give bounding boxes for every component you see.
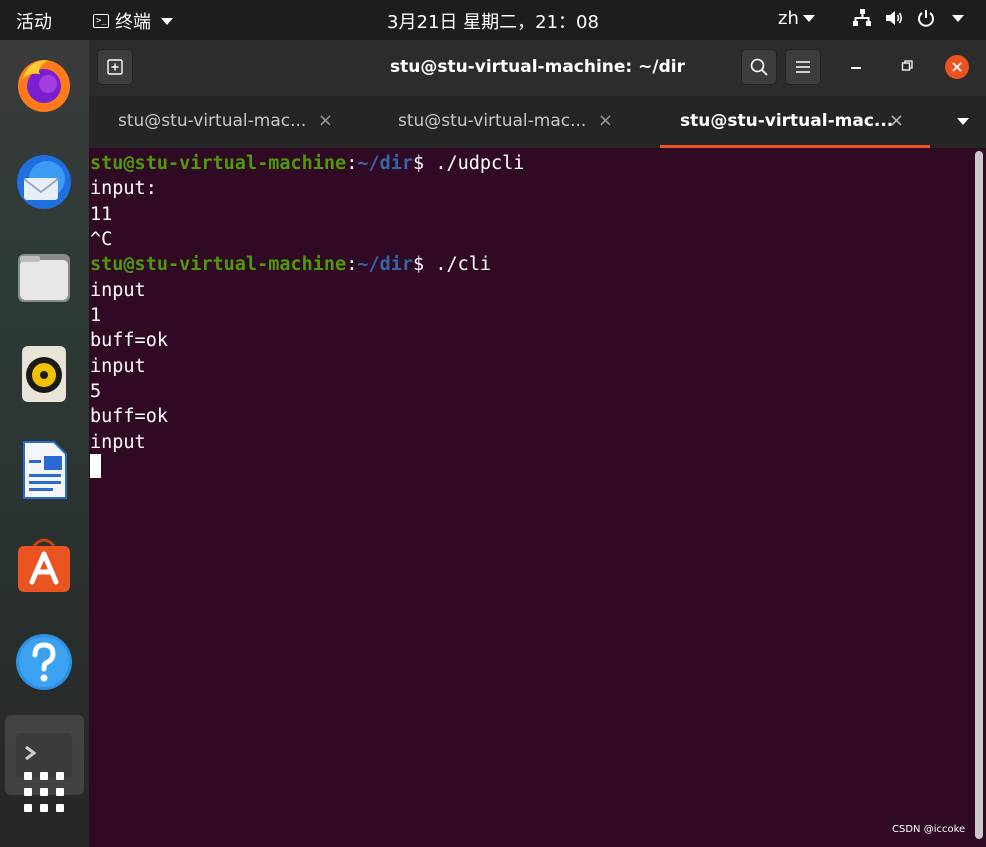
output-line: 5 — [90, 381, 102, 402]
clock[interactable]: 3月21日 星期二，21：08 — [387, 12, 599, 33]
app-menu-label: 终端 — [115, 12, 151, 33]
prompt-line: stu@stu-virtual-machine:~/dir$ ./cli — [90, 252, 491, 277]
terminal-output[interactable]: stu@stu-virtual-machine:~/dir$ ./udpcli … — [89, 148, 986, 847]
activities-button[interactable]: 活动 — [16, 8, 52, 34]
power-icon — [918, 10, 934, 27]
minimize-icon[interactable] — [851, 66, 863, 70]
writer-icon[interactable] — [14, 440, 74, 500]
output-line: buff=ok — [90, 406, 168, 427]
text-cursor — [90, 454, 101, 478]
chevron-down-icon — [952, 14, 964, 22]
prompt-symbol: $ — [413, 254, 436, 275]
prompt-command: ./cli — [435, 254, 492, 275]
language-label: zh — [778, 8, 799, 29]
output-line: 1 — [90, 305, 102, 326]
search-button[interactable] — [741, 49, 777, 85]
maximize-icon[interactable] — [901, 60, 913, 72]
volume-icon — [886, 11, 903, 25]
output-line: ^C — [90, 229, 113, 250]
close-window-button[interactable] — [945, 55, 969, 79]
app-grid-icon[interactable] — [22, 770, 66, 814]
chevron-down-icon — [161, 17, 173, 25]
firefox-icon[interactable] — [14, 54, 74, 114]
tab-bar: stu@stu-virtual-mac... × stu@stu-virtual… — [89, 96, 986, 148]
close-tab-icon[interactable]: × — [318, 110, 333, 131]
rhythmbox-icon[interactable] — [14, 344, 74, 404]
window-titlebar[interactable]: stu@stu-virtual-machine: ~/dir — [89, 40, 986, 96]
output-line: buff=ok — [90, 330, 168, 351]
language-indicator[interactable]: zh — [778, 8, 815, 29]
network-icon — [853, 9, 871, 26]
output-line: input — [90, 356, 146, 377]
tab-3-active[interactable]: stu@stu-virtual-mac... × — [660, 96, 930, 148]
output-line: input — [90, 280, 146, 301]
search-icon — [750, 58, 768, 76]
files-icon[interactable] — [14, 248, 74, 308]
prompt-separator: : — [346, 153, 358, 174]
app-menu[interactable]: >_ 终端 — [93, 8, 173, 34]
prompt-line: stu@stu-virtual-machine:~/dir$ ./udpcli — [90, 151, 524, 176]
tab-1[interactable]: stu@stu-virtual-mac... × — [89, 96, 359, 148]
terminal-app-icon: >_ — [93, 14, 109, 28]
close-tab-icon[interactable]: × — [889, 110, 904, 131]
software-icon[interactable] — [14, 536, 74, 596]
top-bar: 活动 >_ 终端 3月21日 星期二，21：08 zh — [0, 0, 986, 40]
prompt-path: ~/dir — [357, 153, 414, 174]
chevron-down-icon — [802, 15, 815, 22]
new-tab-icon — [107, 59, 123, 75]
watermark: CSDN @iccoke — [892, 824, 966, 835]
prompt-command: ./udpcli — [435, 153, 525, 174]
hamburger-icon — [796, 61, 810, 73]
output-line: 11 — [90, 204, 113, 225]
thunderbird-icon[interactable] — [14, 152, 74, 212]
menu-button[interactable] — [785, 49, 821, 85]
output-line: input: — [90, 178, 157, 199]
prompt-symbol: $ — [413, 153, 436, 174]
tab-2[interactable]: stu@stu-virtual-mac... × — [369, 96, 639, 148]
tab-list-chevron-down-icon[interactable] — [957, 118, 969, 125]
close-icon — [952, 62, 962, 72]
prompt-path: ~/dir — [357, 254, 414, 275]
prompt-separator: : — [346, 254, 358, 275]
tab-label: stu@stu-virtual-mac... — [680, 111, 894, 131]
dock — [0, 40, 89, 847]
help-icon[interactable] — [14, 632, 74, 692]
system-tray[interactable] — [852, 8, 964, 28]
new-tab-button[interactable] — [97, 49, 133, 85]
prompt-user: stu@stu-virtual-machine — [90, 153, 347, 174]
tab-label: stu@stu-virtual-mac... — [398, 111, 587, 131]
output-line: input — [90, 432, 146, 453]
close-tab-icon[interactable]: × — [598, 110, 613, 131]
scrollbar[interactable] — [975, 151, 983, 839]
prompt-user: stu@stu-virtual-machine — [90, 254, 347, 275]
tab-label: stu@stu-virtual-mac... — [118, 111, 307, 131]
